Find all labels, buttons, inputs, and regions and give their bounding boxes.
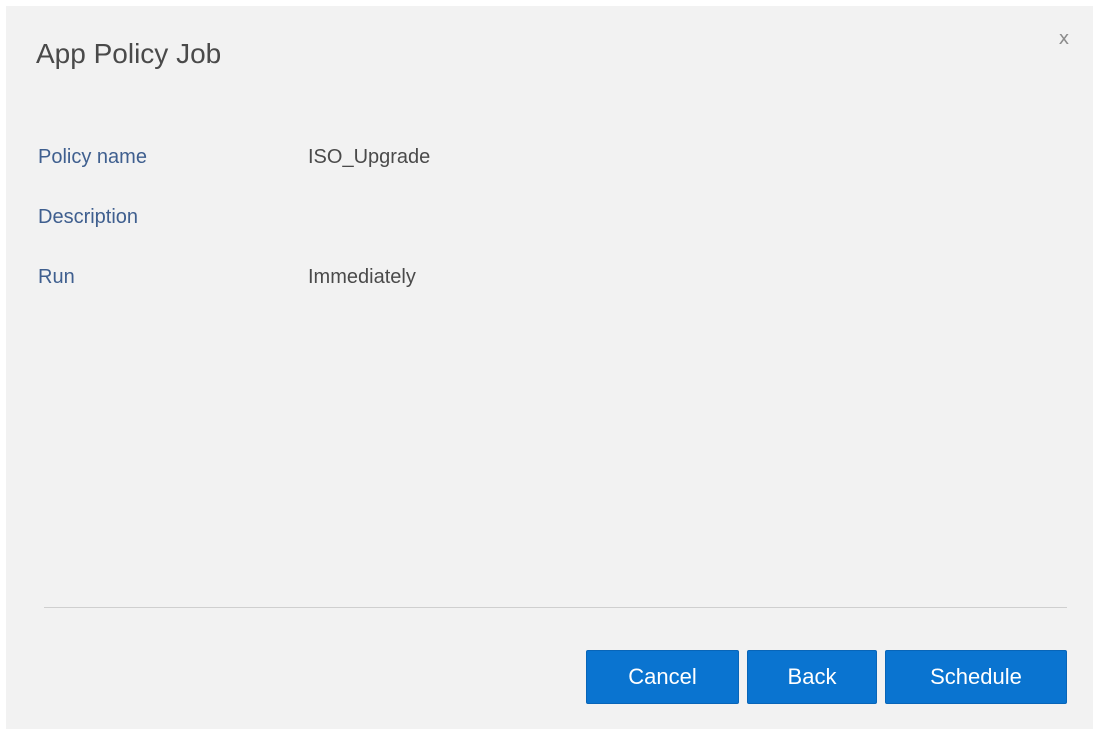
dialog-title: App Policy Job	[36, 38, 222, 69]
policy-name-label: Policy name	[38, 146, 147, 168]
schedule-button[interactable]: Schedule	[885, 650, 1067, 704]
close-icon[interactable]: x	[1053, 28, 1075, 50]
cancel-button[interactable]: Cancel	[586, 650, 739, 704]
back-button[interactable]: Back	[747, 650, 877, 704]
policy-name-value: ISO_Upgrade	[308, 146, 431, 168]
footer-divider	[44, 607, 1067, 608]
run-label: Run	[38, 266, 75, 288]
run-value: Immediately	[308, 266, 416, 288]
dialog-actions: Cancel Back Schedule	[586, 650, 1067, 704]
description-label: Description	[38, 206, 139, 228]
app-policy-job-dialog: App Policy Job x Policy name ISO_Upgrade…	[6, 6, 1093, 729]
